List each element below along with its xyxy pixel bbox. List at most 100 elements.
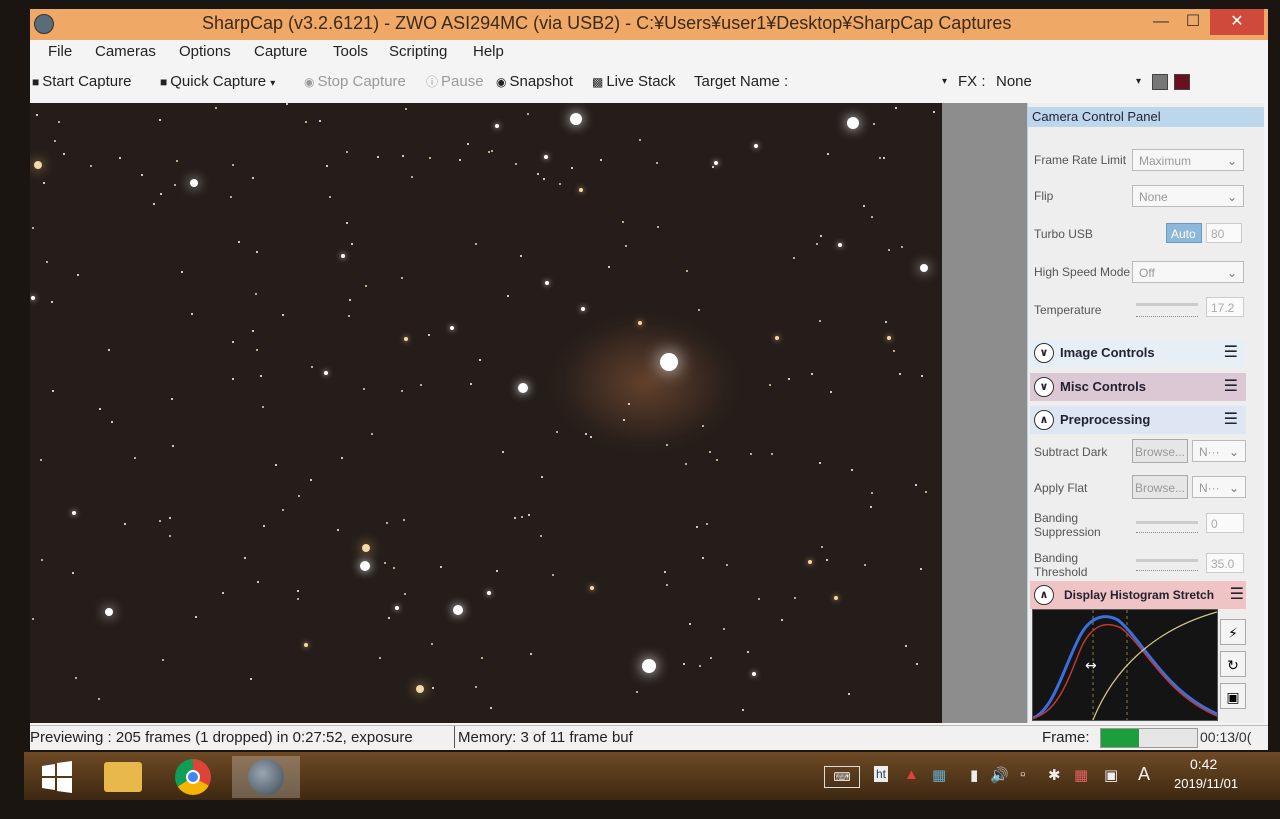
clock-date[interactable]: 2019/11/01 — [1174, 776, 1238, 791]
subtract-dark-label: Subtract Dark — [1034, 445, 1108, 459]
star — [879, 157, 881, 159]
network-icon[interactable]: ▦ — [1074, 766, 1088, 784]
color-swatch-icon[interactable] — [1174, 74, 1190, 90]
star — [819, 462, 821, 464]
menu-file[interactable]: File — [48, 43, 72, 60]
file-explorer-button[interactable] — [94, 756, 152, 798]
clock-time[interactable]: 0:42 — [1190, 756, 1217, 772]
auto-stretch-icon[interactable]: ⚡ — [1220, 619, 1246, 645]
apply-flat-browse-button[interactable]: Browse... — [1132, 475, 1188, 499]
apply-flat-select[interactable]: N··· ⌄ — [1192, 476, 1246, 498]
star — [297, 590, 299, 592]
target-dropdown-arrow-icon[interactable]: ▾ — [942, 76, 947, 87]
minimize-button[interactable]: — — [1146, 9, 1176, 35]
subtract-dark-select[interactable]: N··· ⌄ — [1192, 440, 1246, 462]
star — [590, 436, 592, 438]
star — [260, 375, 262, 377]
quick-capture-button[interactable]: ■ Quick Capture ▾ — [160, 73, 275, 90]
collapse-chevron-icon: ∧ — [1034, 585, 1054, 605]
star — [311, 366, 313, 368]
image-preview[interactable] — [30, 103, 942, 723]
menu-scripting[interactable]: Scripting — [389, 43, 447, 60]
star — [816, 243, 818, 245]
zoom-icon[interactable] — [1152, 74, 1168, 90]
bluetooth-icon[interactable]: ✱ — [1048, 766, 1061, 784]
star — [348, 315, 350, 317]
ht-icon[interactable]: ht — [874, 766, 889, 782]
star — [99, 408, 101, 410]
star — [808, 560, 812, 564]
banding-suppression-slider[interactable] — [1136, 521, 1198, 524]
hamburger-menu-icon[interactable]: ☰ — [1224, 339, 1238, 367]
star — [887, 336, 891, 340]
sharpcap-taskbar-button[interactable] — [232, 756, 300, 798]
start-capture-button[interactable]: ■ Start Capture — [32, 73, 131, 90]
stop-capture-button[interactable]: ◉ Stop Capture — [304, 73, 406, 90]
banding-suppression-value[interactable]: 0 — [1206, 513, 1244, 533]
star — [195, 616, 197, 618]
turbo-usb-auto-checkbox[interactable]: Auto — [1166, 223, 1202, 243]
chrome-button[interactable] — [164, 756, 222, 798]
histogram-display[interactable]: ↔ — [1032, 609, 1218, 721]
misc-controls-section[interactable]: ∨ Misc Controls ☰ — [1030, 373, 1246, 401]
image-controls-label: Image Controls — [1060, 345, 1155, 360]
histogram-stretch-section[interactable]: ∧ Display Histogram Stretch ☰ — [1030, 581, 1246, 609]
start-button[interactable] — [28, 756, 86, 798]
star — [901, 246, 903, 248]
star — [544, 155, 548, 159]
fx-dropdown-arrow-icon[interactable]: ▾ — [1136, 76, 1141, 87]
image-controls-section[interactable]: ∨ Image Controls ☰ — [1030, 339, 1246, 367]
save-icon[interactable]: ▣ — [1220, 683, 1246, 709]
star — [685, 463, 687, 465]
title-bar[interactable]: SharpCap (v3.2.6121) - ZWO ASI294MC (via… — [30, 9, 1268, 40]
star — [162, 659, 164, 661]
star — [41, 559, 43, 561]
flip-select[interactable]: None ⌄ — [1132, 185, 1244, 207]
keyboard-icon[interactable]: ⌨ — [824, 766, 860, 788]
menu-capture[interactable]: Capture — [254, 43, 307, 60]
hamburger-menu-icon[interactable]: ☰ — [1224, 406, 1238, 434]
flip-label: Flip — [1034, 189, 1054, 203]
banding-threshold-value[interactable]: 35.0 — [1206, 553, 1244, 573]
menu-cameras[interactable]: Cameras — [95, 43, 156, 60]
star — [31, 296, 35, 300]
close-button[interactable]: ✕ — [1210, 9, 1264, 35]
star — [232, 164, 234, 166]
banding-threshold-slider[interactable] — [1136, 559, 1198, 562]
star — [666, 584, 668, 586]
action-center-icon[interactable]: ▣ — [1104, 766, 1118, 784]
star — [830, 391, 832, 393]
menu-options[interactable]: Options — [179, 43, 231, 60]
signal-icon[interactable]: ▫ — [1020, 766, 1025, 783]
hamburger-menu-icon[interactable]: ☰ — [1230, 581, 1244, 609]
high-speed-mode-select[interactable]: Off ⌄ — [1132, 261, 1244, 283]
menu-help[interactable]: Help — [473, 43, 504, 60]
hamburger-menu-icon[interactable]: ☰ — [1224, 373, 1238, 401]
fx-select[interactable]: None — [996, 73, 1032, 90]
star — [838, 243, 842, 247]
panel-title: Camera Control Panel — [1028, 107, 1264, 127]
reset-icon[interactable]: ↻ — [1220, 651, 1246, 677]
turbo-usb-value[interactable]: 80 — [1206, 223, 1242, 243]
snapshot-button[interactable]: ◉ Snapshot — [496, 73, 573, 90]
star — [75, 677, 77, 679]
pdf-icon[interactable]: ▲ — [904, 766, 919, 783]
star — [111, 421, 113, 423]
star — [52, 390, 54, 392]
menu-tools[interactable]: Tools — [333, 43, 368, 60]
star — [851, 469, 853, 471]
live-stack-button[interactable]: ▩ Live Stack — [592, 73, 676, 90]
pause-button[interactable]: ⓘ Pause — [426, 73, 484, 90]
frame-rate-limit-select[interactable]: Maximum ⌄ — [1132, 149, 1244, 171]
app-tray-icon[interactable]: ▦ — [932, 766, 946, 784]
maximize-button[interactable]: ☐ — [1178, 9, 1208, 35]
battery-icon[interactable]: ▮ — [970, 766, 978, 784]
subtract-dark-browse-button[interactable]: Browse... — [1132, 439, 1188, 463]
star — [657, 226, 659, 228]
preprocessing-section[interactable]: ∧ Preprocessing ☰ — [1030, 406, 1246, 434]
volume-icon[interactable]: 🔊 — [990, 766, 1009, 784]
star — [754, 144, 758, 148]
start-capture-label: Start Capture — [42, 73, 132, 90]
bright-star — [660, 353, 678, 371]
ime-indicator[interactable]: A — [1138, 764, 1150, 785]
